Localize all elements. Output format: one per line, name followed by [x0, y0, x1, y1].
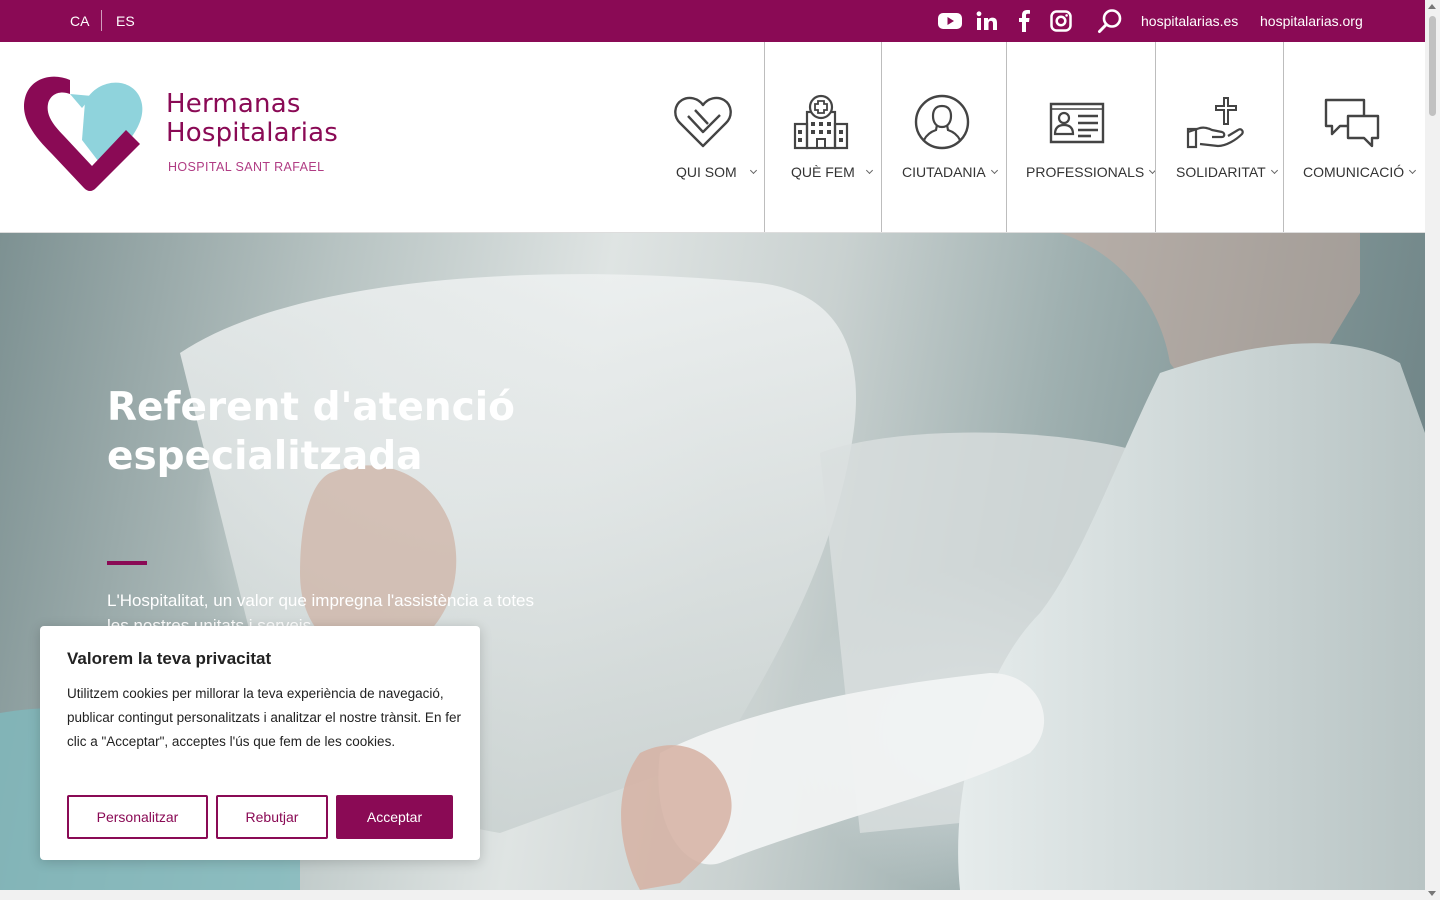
- chevron-down-icon: [1270, 166, 1278, 175]
- nav-item-solidaritat[interactable]: SOLIDARITAT: [1156, 42, 1283, 232]
- cross-hand-icon: [1186, 96, 1246, 157]
- language-es[interactable]: ES: [116, 0, 135, 42]
- nav-label-qui-som: QUI SOM: [676, 164, 737, 180]
- cookie-text: Utilitzem cookies per millorar la teva e…: [67, 686, 461, 749]
- chevron-down-icon: [1409, 166, 1417, 175]
- logo-subtitle: HOSPITAL SANT RAFAEL: [168, 160, 325, 174]
- reject-button[interactable]: Rebutjar: [216, 795, 328, 839]
- link-hospitalarias-es[interactable]: hospitalarias.es: [1141, 0, 1238, 42]
- hospital-icon: [793, 94, 849, 155]
- chevron-down-icon: [865, 166, 873, 175]
- search-icon[interactable]: [1096, 7, 1124, 35]
- language-ca[interactable]: CA: [70, 0, 89, 42]
- person-icon: [914, 94, 970, 155]
- id-card-icon: [1049, 100, 1105, 151]
- instagram-icon[interactable]: [1049, 9, 1073, 33]
- hero-title: Referent d'atenció especialitzada: [107, 385, 515, 479]
- youtube-icon[interactable]: [938, 9, 962, 33]
- scrollbar-thumb[interactable]: [1429, 16, 1436, 116]
- page-scrollbar[interactable]: [1425, 0, 1440, 900]
- link-hospitalarias-org[interactable]: hospitalarias.org: [1260, 0, 1363, 42]
- nav-item-que-fem[interactable]: QUÈ FEM: [765, 42, 881, 232]
- nav-item-qui-som[interactable]: QUI SOM: [660, 42, 764, 232]
- logo-title-line2: Hospitalarias: [166, 118, 339, 148]
- scroll-down-icon[interactable]: [1428, 891, 1436, 896]
- logo-title-line1: Hermanas: [166, 89, 301, 119]
- site-header: Hermanas Hospitalarias HOSPITAL SANT RAF…: [0, 42, 1425, 233]
- nav-label-comunicacio: COMUNICACIÓ: [1303, 164, 1405, 180]
- nav-label-que-fem: QUÈ FEM: [791, 164, 855, 180]
- facebook-icon[interactable]: [1012, 9, 1036, 33]
- page-bottom-strip: [0, 890, 1425, 900]
- customize-button[interactable]: Personalitzar: [67, 795, 208, 839]
- nav-item-ciutadania[interactable]: CIUTADANIA: [882, 42, 1006, 232]
- cookie-consent-dialog: Valorem la teva privacitat Utilitzem coo…: [40, 626, 480, 860]
- chat-icon: [1324, 98, 1380, 155]
- hero-accent-line: [107, 561, 147, 565]
- nav-label-ciutadania: CIUTADANIA: [902, 164, 986, 180]
- nav-label-professionals: PROFESSIONALS: [1026, 164, 1145, 180]
- top-bar: CA ES hospitalarias.es hospitalarias.org: [0, 0, 1425, 42]
- language-divider: [101, 10, 102, 31]
- logo-heart-icon[interactable]: [22, 74, 148, 201]
- scroll-up-icon[interactable]: [1428, 4, 1436, 9]
- chevron-down-icon: [749, 166, 757, 175]
- accept-button[interactable]: Acceptar: [336, 795, 453, 839]
- heart-icon: [674, 94, 732, 155]
- nav-item-comunicacio[interactable]: COMUNICACIÓ: [1284, 42, 1425, 232]
- nav-label-solidaritat: SOLIDARITAT: [1176, 164, 1266, 180]
- nav-item-professionals[interactable]: PROFESSIONALS: [1007, 42, 1157, 232]
- chevron-down-icon: [990, 166, 998, 175]
- linkedin-icon[interactable]: [975, 9, 999, 33]
- cookie-title: Valorem la teva privacitat: [67, 649, 272, 668]
